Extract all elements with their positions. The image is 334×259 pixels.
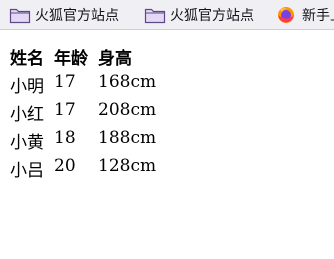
folder-icon [9,8,31,24]
cell-age: 17 [54,100,76,120]
table-row: 小黄 18 188cm [10,128,178,156]
bookmark-getting-started[interactable]: 新手上路 [276,3,334,27]
header-name: 姓名 [10,49,44,69]
cell-age: 18 [54,128,76,148]
folder-icon [144,8,166,24]
cell-age: 20 [54,156,76,176]
bookmark-label: 火狐官方站点 [170,8,254,24]
cell-height: 168cm [98,72,157,92]
header-height: 身高 [98,49,132,69]
cell-age: 17 [54,72,76,92]
cell-name: 小黄 [10,133,44,153]
bookmark-folder-firefox-official-1[interactable]: 火狐官方站点 [9,3,119,27]
firefox-icon [278,7,294,23]
cell-name: 小吕 [10,161,44,181]
table-row: 小红 17 208cm [10,100,178,128]
bookmark-folder-firefox-official-2[interactable]: 火狐官方站点 [144,3,254,27]
cell-height: 208cm [98,100,157,120]
cell-height: 128cm [98,156,157,176]
bookmarks-toolbar: 火狐官方站点 火狐官方站点 新手上路 [0,0,334,30]
header-age: 年龄 [54,49,88,69]
cell-name: 小明 [10,77,44,97]
table-header-row: 姓名 年龄 身高 [10,44,178,72]
bookmark-label: 火狐官方站点 [35,8,119,24]
people-table: 姓名 年龄 身高 小明 17 168cm 小红 17 208cm 小黄 18 1… [10,44,178,184]
cell-height: 188cm [98,128,157,148]
bookmark-label: 新手上路 [302,8,334,24]
table-row: 小明 17 168cm [10,72,178,100]
table-row: 小吕 20 128cm [10,156,178,184]
cell-name: 小红 [10,105,44,125]
